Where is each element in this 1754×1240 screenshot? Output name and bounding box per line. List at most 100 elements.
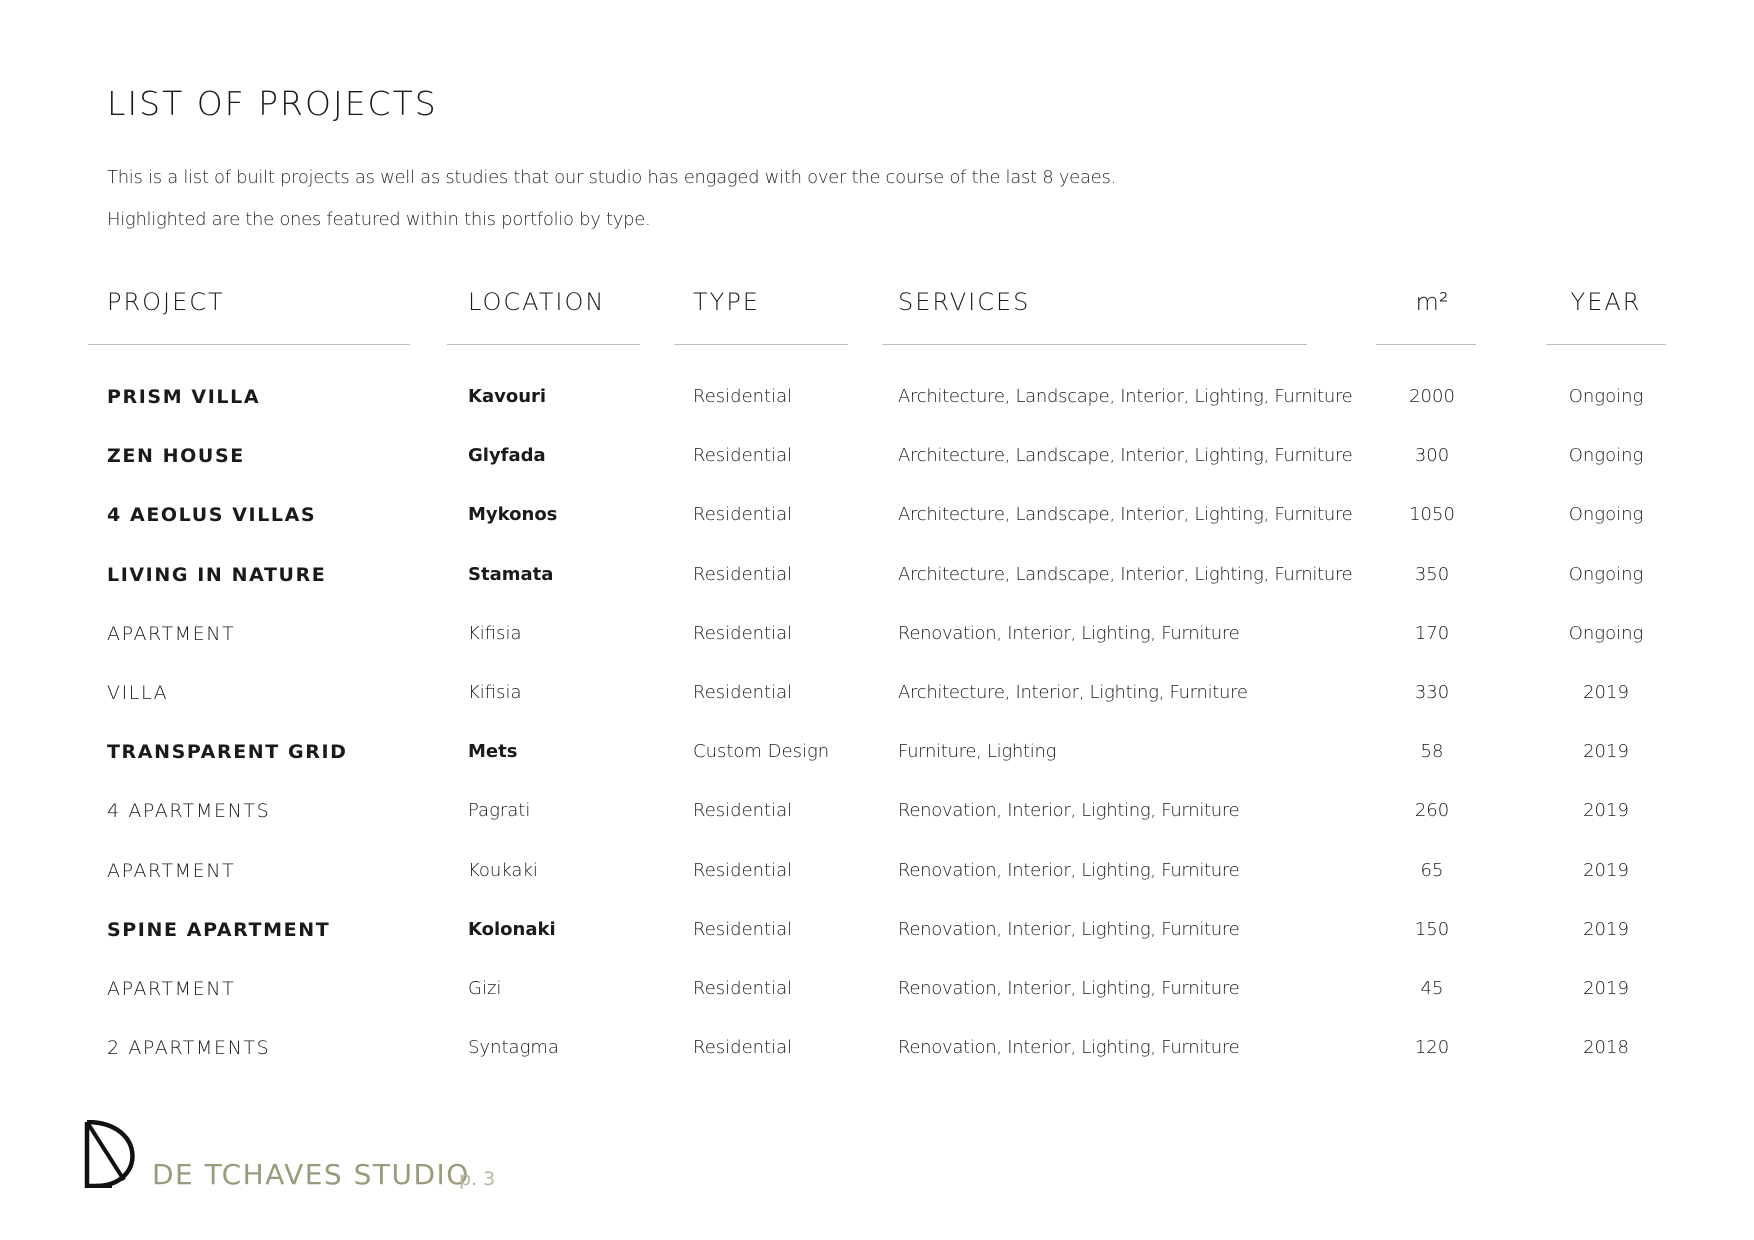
header-divider [882, 344, 1307, 345]
cell-project: APARTMENT [107, 859, 236, 882]
cell-year: 2019 [1583, 741, 1629, 763]
cell-location: Pagrati [468, 800, 531, 822]
dt-monogram-icon [84, 1120, 135, 1188]
cell-services: Architecture, Landscape, Interior, Light… [898, 563, 1353, 585]
cell-services: Renovation, Interior, Lighting, Furnitur… [898, 622, 1240, 644]
cell-project: SPINE APARTMENT [107, 918, 331, 941]
cell-area: 150 [1414, 918, 1450, 940]
cell-project: APARTMENT [107, 622, 236, 645]
table-row: APARTMENT Koukaki Residential Renovation, I… [0, 859, 1754, 918]
header-location: LOCATION [468, 288, 606, 316]
cell-area: 300 [1414, 445, 1450, 467]
cell-services: Renovation, Interior, Lighting, Furnitur… [898, 1037, 1240, 1059]
cell-area: 350 [1414, 563, 1450, 585]
cell-area: 45 [1420, 978, 1444, 999]
cell-project: APARTMENT [107, 978, 236, 1000]
cell-type: Residential [693, 445, 793, 467]
cell-project: ZEN HOUSE [107, 445, 245, 468]
header-divider [674, 344, 848, 345]
cell-year: 2018 [1583, 1037, 1629, 1059]
page-title: LIST OF PROJECTS [107, 84, 438, 123]
cell-location: Kifisia [468, 622, 522, 644]
table-row: TRANSPARENT GRID Mets Custom Design Furnitu… [0, 740, 1754, 799]
cell-area: 330 [1414, 682, 1450, 703]
cell-services: Architecture, Interior, Lighting, Furnit… [898, 682, 1248, 703]
cell-type: Residential [693, 386, 793, 407]
cell-location: Syntagma [468, 1037, 559, 1059]
cell-year: 2019 [1583, 978, 1629, 999]
cell-type: Residential [693, 563, 793, 585]
cell-services: Renovation, Interior, Lighting, Furnitur… [898, 800, 1240, 822]
cell-type: Residential [693, 978, 793, 999]
cell-year: Ongoing [1568, 386, 1644, 407]
cell-type: Residential [693, 918, 793, 940]
header-type: TYPE [693, 288, 760, 316]
cell-year: Ongoing [1568, 622, 1644, 644]
cell-year: 2019 [1583, 800, 1629, 822]
intro-line: This is a list of built projects as well… [107, 167, 1116, 188]
cell-area: 58 [1420, 741, 1444, 763]
cell-services: Architecture, Landscape, Interior, Light… [898, 386, 1353, 407]
table-row: LIVING IN NATURE Stamata Residential Archit… [0, 563, 1754, 622]
cell-services: Architecture, Landscape, Interior, Light… [898, 445, 1353, 467]
cell-location: Kifisia [468, 682, 522, 703]
cell-location: Stamata [468, 563, 554, 585]
cell-area: 2000 [1409, 386, 1455, 407]
header-divider [447, 344, 640, 345]
cell-area: 170 [1414, 622, 1450, 644]
cell-type: Residential [693, 1037, 793, 1059]
cell-year: 2019 [1583, 682, 1629, 703]
cell-project: 2 APARTMENTS [107, 1037, 271, 1060]
studio-name: DE TCHAVES STUDIO [152, 1158, 470, 1191]
cell-type: Residential [693, 504, 793, 526]
table-row: ZEN HOUSE Glyfada Residential Architecture,… [0, 444, 1754, 503]
cell-type: Residential [693, 622, 793, 644]
intro-text: This is a list of built projects as well… [107, 157, 1116, 241]
cell-year: 2019 [1583, 859, 1629, 881]
header-divider [1376, 344, 1476, 345]
cell-services: Renovation, Interior, Lighting, Furnitur… [898, 859, 1240, 881]
header-year: YEAR [1570, 288, 1642, 316]
cell-project: 4 AEOLUS VILLAS [107, 504, 317, 527]
cell-area: 1050 [1409, 504, 1455, 526]
cell-type: Residential [693, 800, 793, 822]
cell-location: Kolonaki [468, 918, 556, 940]
cell-location: Kavouri [468, 386, 547, 407]
cell-project: TRANSPARENT GRID [107, 741, 348, 764]
cell-location: Mykonos [468, 504, 558, 526]
cell-location: Gizi [468, 978, 502, 999]
cell-year: Ongoing [1568, 445, 1644, 467]
intro-line: Highlighted are the ones featured within… [107, 209, 651, 230]
table-row: 4 AEOLUS VILLAS Mykonos Residential Archite… [0, 503, 1754, 562]
table-row: PRISM VILLA Kavouri Residential Architectur… [0, 385, 1754, 444]
cell-project: LIVING IN NATURE [107, 563, 327, 586]
cell-type: Residential [693, 859, 793, 881]
cell-project: VILLA [107, 682, 169, 704]
header-area: m² [1415, 288, 1449, 316]
cell-project: 4 APARTMENTS [107, 800, 271, 823]
cell-location: Mets [468, 741, 518, 763]
cell-area: 120 [1414, 1037, 1450, 1059]
cell-year: Ongoing [1568, 504, 1644, 526]
cell-location: Glyfada [468, 445, 546, 467]
cell-services: Renovation, Interior, Lighting, Furnitur… [898, 918, 1240, 940]
table-row: APARTMENT Kifisia Residential Renovation, I… [0, 622, 1754, 681]
table-row: APARTMENT Gizi Residential Renovation, Inte… [0, 977, 1754, 1036]
table-row: 2 APARTMENTS Syntagma Residential Renovatio… [0, 1036, 1754, 1095]
cell-area: 65 [1420, 859, 1444, 881]
cell-type: Residential [693, 682, 793, 703]
cell-services: Furniture, Lighting [898, 741, 1057, 763]
table-row: 4 APARTMENTS Pagrati Residential Renovation… [0, 799, 1754, 858]
header-services: SERVICES [898, 288, 1031, 316]
cell-type: Custom Design [693, 741, 830, 763]
cell-project: PRISM VILLA [107, 386, 261, 408]
cell-area: 260 [1414, 800, 1450, 822]
cell-year: Ongoing [1568, 563, 1644, 585]
table-row: VILLA Kifisia Residential Architecture, Int… [0, 681, 1754, 740]
table-row: SPINE APARTMENT Kolonaki Residential Renova… [0, 918, 1754, 977]
cell-services: Renovation, Interior, Lighting, Furnitur… [898, 978, 1240, 999]
page-number: p. 3 [459, 1168, 496, 1190]
header-divider [88, 344, 410, 345]
header-project: PROJECT [107, 288, 225, 316]
cell-services: Architecture, Landscape, Interior, Light… [898, 504, 1353, 526]
